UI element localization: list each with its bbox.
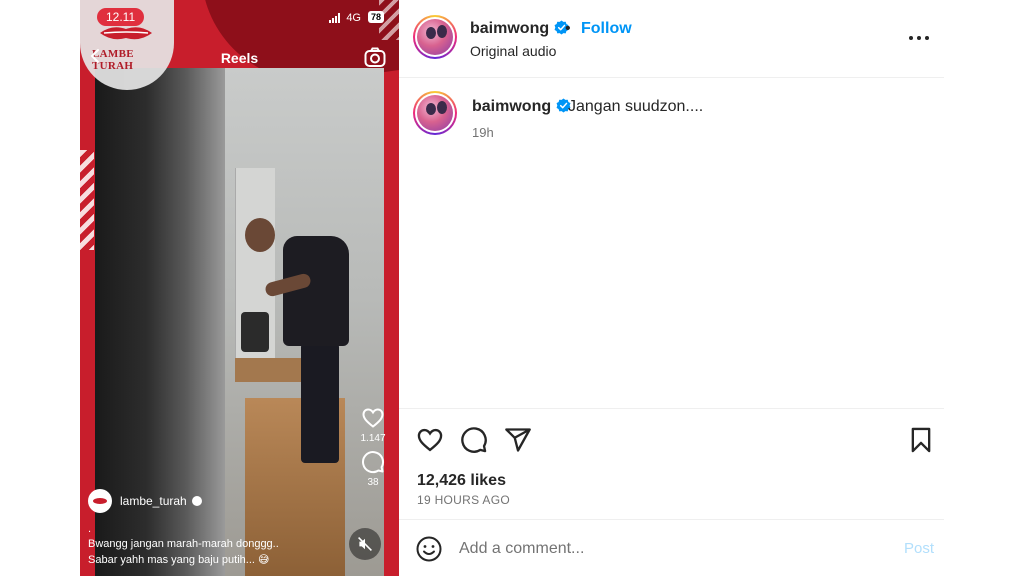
- caption-username-text[interactable]: baimwong: [472, 98, 551, 115]
- video-chair: [241, 312, 269, 352]
- video-person-legs: [301, 343, 339, 463]
- separator: •: [565, 20, 571, 37]
- post-actions: 12,426 likes 19 HOURS AGO: [399, 408, 944, 520]
- reel-likes-count: 1.147: [360, 433, 386, 444]
- author-avatar[interactable]: [88, 489, 112, 513]
- network-type: 4G: [346, 12, 361, 24]
- audio-link[interactable]: Original audio: [470, 43, 556, 59]
- comment-composer: Post: [399, 521, 944, 576]
- username-text[interactable]: baimwong: [470, 20, 549, 37]
- reel-side-actions: 1.147 38: [359, 406, 387, 494]
- reels-title: Reels: [220, 50, 259, 66]
- emoji-icon[interactable]: [416, 536, 442, 562]
- caption-text: Jangan suudzon....: [568, 98, 704, 115]
- bookmark-icon[interactable]: [907, 426, 935, 454]
- reel-caption: . Bwangg jangan marah-marah donggg.. Sab…: [88, 523, 318, 568]
- caption-dot: .: [88, 523, 92, 535]
- signal-icon: [329, 13, 341, 23]
- comment-input[interactable]: [459, 534, 879, 564]
- reel-author[interactable]: lambe_turah: [88, 488, 202, 514]
- caption-line-2: Sabar yahh mas yang baju putih... 😅: [88, 554, 270, 566]
- caption-timestamp[interactable]: 19h: [472, 125, 494, 140]
- avatar[interactable]: [413, 91, 457, 135]
- follow-button[interactable]: Follow: [581, 20, 632, 38]
- reel-like-action[interactable]: 1.147: [359, 406, 387, 444]
- username-link[interactable]: baimwong: [470, 20, 569, 38]
- reel-comments-count: 38: [367, 477, 379, 488]
- avatar[interactable]: [413, 15, 457, 59]
- author-username[interactable]: lambe_turah: [120, 494, 187, 508]
- post-caption: baimwong Jangan suudzon.... 19h: [399, 90, 944, 150]
- heart-icon[interactable]: [361, 406, 385, 430]
- decorative-stripes: [80, 150, 94, 250]
- reel-comment-action[interactable]: 38: [359, 450, 387, 488]
- post-timestamp: 19 HOURS AGO: [417, 493, 510, 507]
- post-panel: baimwong • Follow Original audio baimwon…: [399, 0, 944, 576]
- comment-icon[interactable]: [460, 426, 488, 454]
- share-icon[interactable]: [504, 426, 532, 454]
- post-comment-button[interactable]: Post: [904, 540, 934, 557]
- reel-video-panel[interactable]: LAMBE TURAH 12.11 4G 78 Reels 1.147 38 l…: [80, 0, 399, 576]
- heart-icon[interactable]: [416, 426, 444, 454]
- video-desk: [235, 358, 305, 382]
- video-person-body: [283, 236, 349, 346]
- caption-username[interactable]: baimwong: [472, 98, 571, 116]
- post-header: baimwong • Follow Original audio: [399, 0, 944, 78]
- battery-level: 78: [367, 11, 384, 23]
- mute-icon[interactable]: [349, 528, 381, 560]
- more-icon[interactable]: [905, 28, 933, 48]
- verified-icon: [191, 496, 202, 506]
- camera-icon[interactable]: [363, 46, 387, 70]
- likes-count[interactable]: 12,426 likes: [417, 472, 506, 490]
- comment-icon[interactable]: [361, 450, 385, 474]
- caption-line-1: Bwangg jangan marah-marah donggg..: [88, 538, 279, 550]
- video-person-head: [245, 218, 275, 252]
- status-time: 12.11: [97, 8, 145, 26]
- phone-status-bar: 12.11 4G 78: [80, 8, 399, 28]
- speaker-muted-icon: [358, 537, 372, 551]
